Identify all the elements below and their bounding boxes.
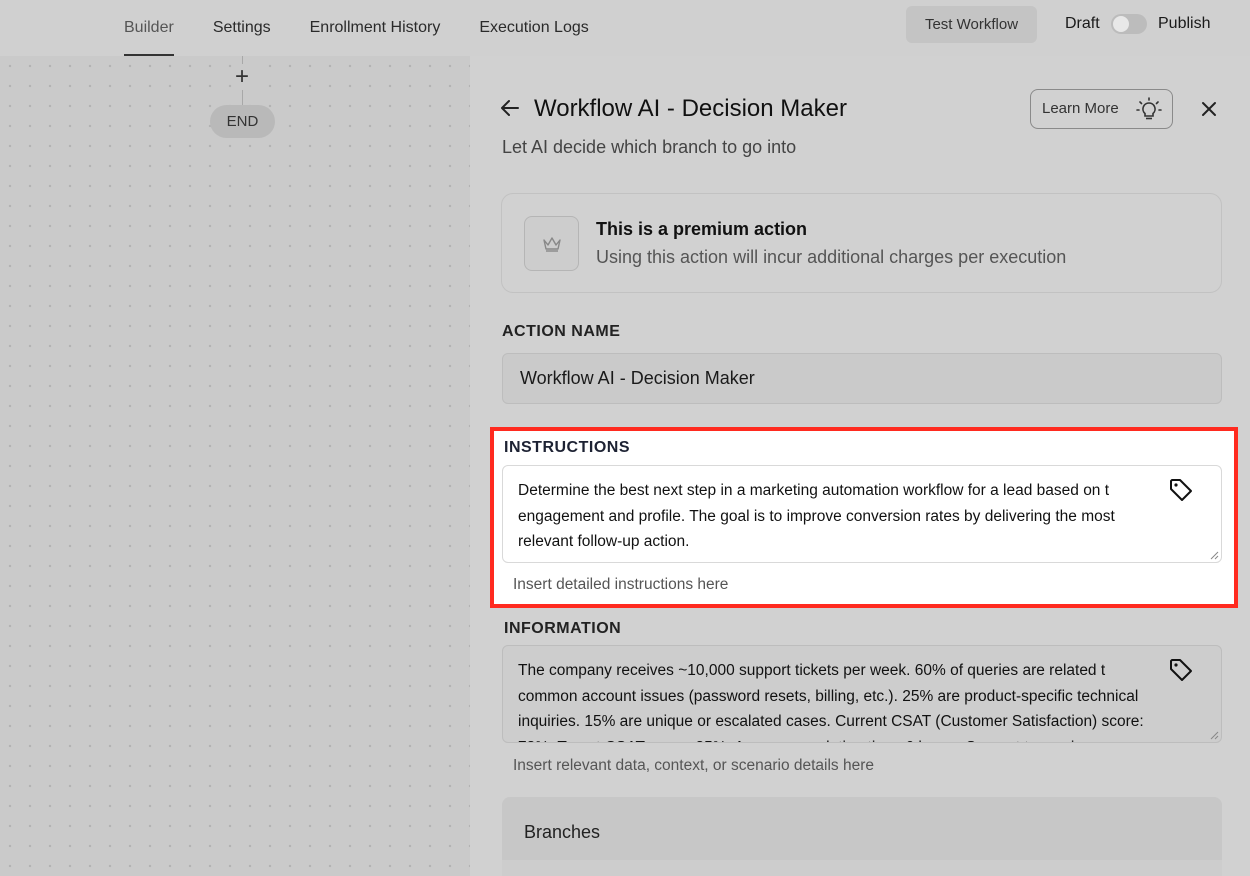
- information-hint: Insert relevant data, context, or scenar…: [513, 757, 875, 774]
- instructions-textarea[interactable]: Determine the best next step in a market…: [502, 465, 1222, 563]
- plus-icon[interactable]: +: [232, 64, 252, 90]
- tag-icon[interactable]: [1167, 656, 1195, 684]
- information-textarea[interactable]: The company receives ~10,000 support tic…: [502, 645, 1222, 743]
- draft-label: Draft: [1065, 15, 1100, 32]
- tab-settings[interactable]: Settings: [213, 0, 271, 56]
- resize-handle-icon[interactable]: [1209, 550, 1219, 560]
- tag-icon[interactable]: [1167, 476, 1195, 504]
- tab-execution-logs[interactable]: Execution Logs: [479, 0, 588, 56]
- resize-handle-icon[interactable]: [1209, 730, 1219, 740]
- publish-label: Publish: [1158, 15, 1211, 32]
- branches-title: Branches: [524, 822, 601, 842]
- branches-section[interactable]: Branches: [502, 797, 1222, 876]
- premium-description: Using this action will incur additional …: [596, 247, 1067, 267]
- test-workflow-button[interactable]: Test Workflow: [906, 6, 1037, 43]
- information-label: INFORMATION: [504, 620, 622, 637]
- crown-icon: [543, 237, 561, 252]
- tab-list: Builder Settings Enrollment History Exec…: [124, 0, 628, 56]
- publish-toggle[interactable]: [1111, 14, 1147, 34]
- top-nav-bar: Builder Settings Enrollment History Exec…: [0, 0, 1250, 56]
- instructions-hint: Insert detailed instructions here: [513, 576, 729, 593]
- premium-action-card: This is a premium action Using this acti…: [501, 193, 1222, 293]
- information-text: The company receives ~10,000 support tic…: [518, 662, 1144, 742]
- instructions-label: INSTRUCTIONS: [504, 439, 630, 456]
- action-name-label: ACTION NAME: [502, 323, 621, 340]
- panel-title: Workflow AI - Decision Maker: [534, 95, 847, 122]
- back-arrow-icon[interactable]: [498, 96, 522, 120]
- branches-content: [502, 860, 1222, 876]
- tab-builder[interactable]: Builder: [124, 0, 174, 56]
- panel-subtitle: Let AI decide which branch to go into: [502, 137, 797, 157]
- workflow-canvas[interactable]: [0, 56, 470, 876]
- lightbulb-icon: [1136, 97, 1162, 120]
- learn-more-button[interactable]: Learn More: [1030, 89, 1173, 129]
- learn-more-label: Learn More: [1042, 100, 1119, 117]
- close-icon[interactable]: [1198, 98, 1220, 120]
- instructions-text: Determine the best next step in a market…: [518, 482, 1115, 550]
- premium-title: This is a premium action: [596, 219, 808, 239]
- tab-enrollment-history[interactable]: Enrollment History: [310, 0, 441, 56]
- action-name-input[interactable]: Workflow AI - Decision Maker: [502, 353, 1222, 404]
- end-node[interactable]: END: [210, 105, 275, 138]
- crown-badge: [524, 216, 579, 271]
- toggle-knob: [1113, 16, 1129, 32]
